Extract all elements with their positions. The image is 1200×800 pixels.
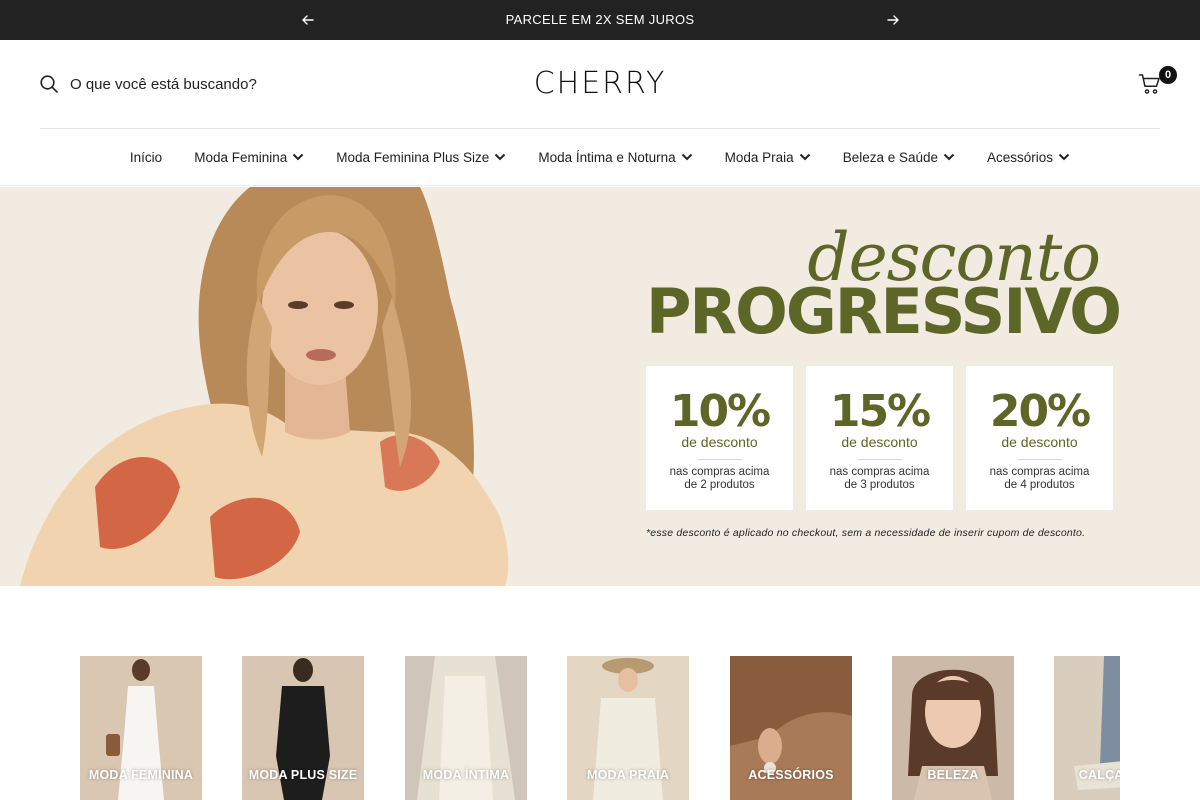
announcement-bar: PARCELE EM 2X SEM JUROS [0,0,1200,40]
search-input[interactable] [70,73,350,95]
discount-card: 10% de desconto nas compras acima de 2 p… [646,366,793,510]
arrow-right-icon[interactable] [885,12,901,28]
search-icon[interactable] [40,75,58,93]
category-label: MODA PRAIA [586,768,670,782]
discount-percent: 15% [829,386,931,437]
card-divider [697,459,742,460]
category-label: MODA PLUS SIZE [248,768,358,782]
category-label: CALÇADOS [1078,768,1120,782]
nav-item-label: Moda Feminina Plus Size [336,149,490,165]
discount-subtitle: de desconto [841,434,918,450]
site-logo[interactable]: CHERRY [440,66,760,101]
discount-condition: nas compras acima [989,466,1090,478]
category-label: MODA FEMININA [88,768,194,782]
nav-item-acessorios[interactable]: Acessórios [987,150,1070,165]
nav-item-beleza-e-saude[interactable]: Beleza e Saúde [843,150,955,165]
category-tile-moda-praia[interactable]: MODA PRAIA [567,656,689,800]
category-tile-beleza[interactable]: BELEZA [892,656,1014,800]
category-tile-moda-plus-size[interactable]: MODA PLUS SIZE [242,656,364,800]
category-label: MODA ÍNTIMA [422,768,510,782]
category-label: ACESSÓRIOS [748,768,834,782]
discount-condition: de 3 produtos [844,479,915,491]
chevron-down-icon [681,153,692,161]
category-tile-acessorios[interactable]: ACESSÓRIOS [730,656,852,800]
discount-subtitle: de desconto [681,434,758,450]
nav-item-label: Beleza e Saúde [842,149,939,165]
chevron-down-icon [1058,153,1070,161]
discount-subtitle: de desconto [1001,434,1078,450]
nav-item-inicio[interactable]: Início [130,150,162,165]
nav-item-label: Moda Feminina [194,149,288,165]
main-nav: Início Moda Feminina Moda Feminina Plus … [0,129,1200,186]
category-tile-moda-intima[interactable]: MODA ÍNTIMA [405,656,527,800]
hero-model-photo [20,187,509,586]
discount-condition: de 2 produtos [684,479,755,491]
discount-percent: 20% [989,386,1091,437]
discount-condition: nas compras acima [669,466,770,478]
nav-item-label: Moda Praia [724,149,794,165]
card-divider [1017,459,1062,460]
nav-item-label: Moda Íntima e Noturna [538,149,676,165]
card-divider [857,459,902,460]
chevron-down-icon [943,153,955,161]
chevron-down-icon [799,153,810,161]
category-tile-calcados[interactable]: CALÇADOS [1054,656,1120,800]
cart-count-badge: 0 [1159,66,1177,84]
discount-note: *esse desconto é aplicado no checkout, s… [646,527,1086,539]
nav-item-moda-praia[interactable]: Moda Praia [725,150,811,165]
category-carousel: MODA FEMININA MODA PLUS SIZE MODA ÍNTIMA… [80,656,1120,800]
hero-banner[interactable]: desconto PROGRESSIVO 10% de desconto nas… [0,187,1200,586]
hero-main-title: PROGRESSIVO [645,275,1122,348]
nav-item-moda-feminina[interactable]: Moda Feminina [194,150,304,165]
discount-condition: de 4 produtos [1004,479,1075,491]
chevron-down-icon [293,153,304,161]
nav-item-label: Início [129,149,163,165]
discount-percent: 10% [669,386,771,437]
chevron-down-icon [495,153,506,161]
discount-card: 20% de desconto nas compras acima de 4 p… [966,366,1113,510]
site-header: CHERRY 0 [0,40,1200,128]
discount-condition: nas compras acima [829,466,930,478]
nav-item-moda-feminina-plus-size[interactable]: Moda Feminina Plus Size [336,150,506,165]
category-tile-moda-feminina[interactable]: MODA FEMININA [80,656,202,800]
category-label: BELEZA [927,768,979,782]
discount-card: 15% de desconto nas compras acima de 3 p… [806,366,953,510]
nav-item-moda-intima[interactable]: Moda Íntima e Noturna [538,150,692,165]
announcement-text: PARCELE EM 2X SEM JUROS [505,12,695,27]
nav-item-label: Acessórios [987,149,1054,165]
